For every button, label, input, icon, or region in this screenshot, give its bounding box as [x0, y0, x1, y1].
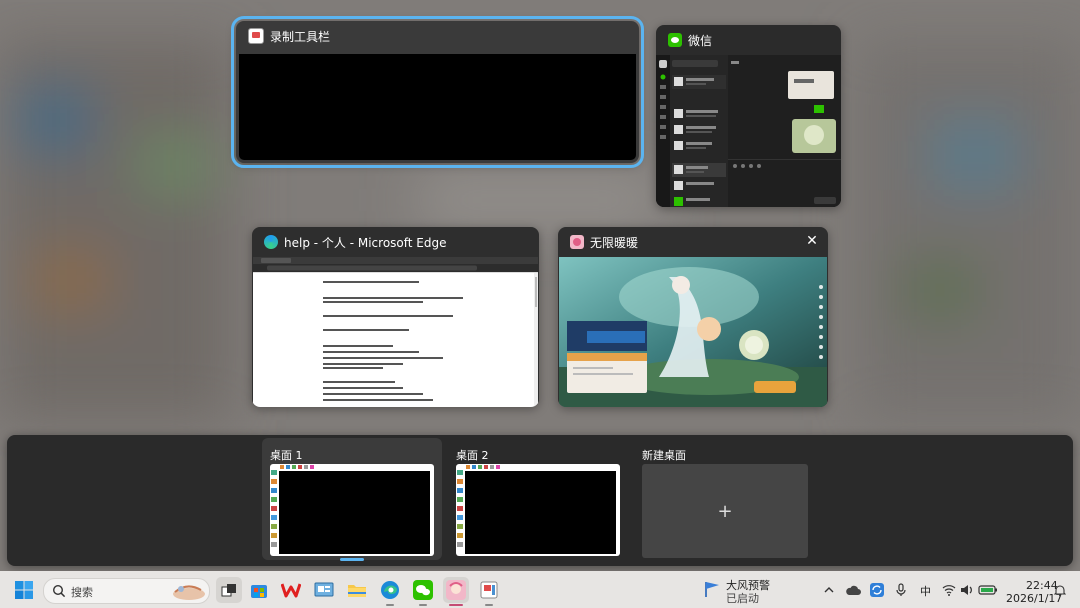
folder-icon	[348, 585, 366, 597]
clock-time[interactable]: 22:44	[1026, 579, 1058, 592]
wind-warning-icon	[705, 582, 719, 597]
weather-status: 已启动	[726, 592, 759, 605]
new-desktop-tile[interactable]: +	[642, 464, 808, 558]
desktop-icons	[271, 470, 277, 547]
search-icon	[52, 584, 66, 598]
window-edge[interactable]: help - 个人 - Microsoft Edge	[252, 227, 539, 407]
notification-bell-icon[interactable]	[1054, 584, 1066, 597]
running-indicator	[419, 604, 427, 606]
taskbar-app-wechat[interactable]	[410, 577, 436, 603]
new-desktop-label: 新建桌面	[642, 449, 686, 462]
weather-widget[interactable]: 大风预警 已启动	[700, 576, 800, 605]
recorder-app-icon	[248, 28, 264, 44]
close-icon[interactable]: ✕	[804, 233, 820, 249]
window-title: 微信	[688, 33, 713, 48]
cloud-icon[interactable]	[845, 584, 861, 596]
infinity-nikki-icon	[446, 580, 466, 600]
window-infinity-nikki[interactable]: 无限暖暖 ✕	[558, 227, 828, 407]
wechat-icon	[413, 580, 433, 600]
ime-indicator[interactable]: 中	[920, 583, 931, 599]
desktop-icons	[457, 470, 463, 547]
wifi-icon[interactable]	[942, 584, 956, 596]
window-recorder-toolbar[interactable]: 录制工具栏	[231, 16, 644, 168]
taskbar-app-recorder[interactable]	[476, 577, 502, 603]
wechat-app-icon	[668, 33, 682, 47]
sync-icon[interactable]	[869, 582, 885, 598]
desktop-preview	[270, 464, 434, 556]
search-highlight-image	[173, 585, 205, 600]
battery-icon[interactable]	[978, 584, 998, 596]
control-panel-icon	[314, 582, 334, 597]
desktop-item-2[interactable]: 桌面 2	[448, 438, 628, 560]
taskbar-app-control-panel[interactable]	[311, 577, 337, 603]
wps-icon	[281, 583, 301, 598]
window-titlebar[interactable]: help - 个人 - Microsoft Edge	[252, 227, 539, 257]
infinity-nikki-app-icon	[570, 235, 584, 249]
taskbar-app-store[interactable]	[246, 577, 272, 603]
window-thumbnail	[239, 54, 636, 160]
active-app-indicator	[449, 604, 463, 606]
volume-icon[interactable]	[960, 584, 974, 596]
taskbar-app-wps[interactable]	[278, 577, 304, 603]
windows-icon	[15, 581, 33, 599]
desktop-item-1[interactable]: 桌面 1	[262, 438, 442, 560]
chevron-up-icon[interactable]	[823, 585, 835, 595]
new-desktop-button[interactable]: 新建桌面 +	[634, 438, 814, 560]
desktop-label: 桌面 2	[456, 449, 489, 462]
window-titlebar[interactable]: 录制工具栏	[236, 21, 639, 51]
store-icon	[251, 585, 267, 598]
window-thumbnail	[253, 257, 538, 407]
active-desktop-indicator	[340, 558, 364, 561]
running-indicator	[386, 604, 394, 606]
task-view-icon	[221, 584, 236, 597]
microphone-icon[interactable]	[895, 583, 907, 597]
taskbar-app-edge[interactable]	[377, 577, 403, 603]
taskbar-app-infinity-nikki[interactable]	[443, 577, 469, 603]
virtual-desktops-bar: 桌面 1 桌面 2 新建桌面 +	[7, 435, 1073, 566]
window-thumbnail	[656, 55, 841, 207]
window-title: 录制工具栏	[270, 29, 331, 44]
desktop-taskbar-preview	[466, 465, 500, 469]
edge-app-icon	[264, 235, 278, 249]
desktop-preview-window	[279, 471, 430, 554]
window-titlebar[interactable]: 微信	[656, 25, 841, 55]
window-titlebar[interactable]: 无限暖暖 ✕	[558, 227, 828, 257]
desktop-label: 桌面 1	[270, 449, 303, 462]
running-indicator	[485, 604, 493, 606]
window-title: help - 个人 - Microsoft Edge	[284, 235, 447, 250]
start-button[interactable]	[11, 577, 37, 603]
edge-icon	[381, 581, 399, 599]
plus-icon: +	[717, 500, 733, 522]
task-view-button[interactable]	[216, 577, 242, 603]
window-wechat[interactable]: 微信	[656, 25, 841, 207]
recorder-icon	[480, 581, 498, 599]
window-thumbnail	[559, 257, 827, 407]
window-title: 无限暖暖	[590, 235, 639, 250]
taskbar-app-file-explorer[interactable]	[344, 577, 370, 603]
search-placeholder: 搜索	[71, 586, 93, 599]
desktop-preview	[456, 464, 620, 556]
desktop-preview-window	[465, 471, 616, 554]
taskbar-search-box[interactable]: 搜索	[43, 578, 210, 604]
desktop-taskbar-preview	[280, 465, 314, 469]
